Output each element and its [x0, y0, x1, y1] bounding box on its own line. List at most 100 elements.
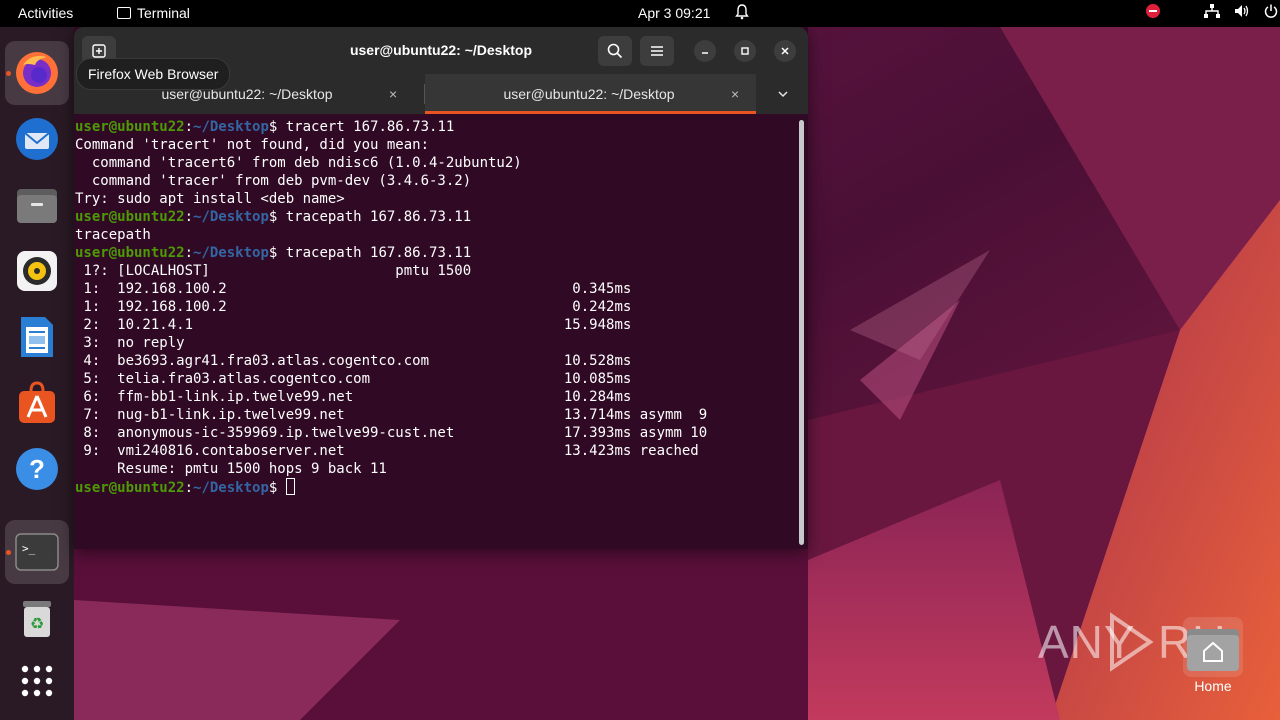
system-tray[interactable] — [1146, 4, 1278, 18]
terminal-line: 1: 192.168.100.2 0.345ms — [75, 280, 707, 298]
trash-icon: ♻ — [23, 601, 51, 637]
do-not-disturb-icon — [1146, 4, 1160, 18]
terminal-line: 1: 192.168.100.2 0.242ms — [75, 298, 707, 316]
terminal-line: user@ubuntu22:~/Desktop$ — [75, 478, 707, 496]
firefox-icon — [16, 52, 58, 94]
network-icon — [1204, 4, 1220, 18]
activities-button[interactable]: Activities — [18, 5, 73, 21]
output-text: 8: anonymous-ic-359969.ip.twelve99-cust.… — [75, 425, 708, 441]
prompt-path: ~/Desktop — [193, 245, 269, 261]
prompt-colon: : — [184, 209, 194, 225]
output-text: 6: ffm-bb1-link.ip.twelve99.net 10.284ms — [75, 389, 632, 405]
terminal-line: 6: ffm-bb1-link.ip.twelve99.net 10.284ms — [75, 388, 707, 406]
prompt-colon: : — [184, 480, 194, 496]
search-button[interactable] — [598, 36, 632, 66]
terminal-line: Resume: pmtu 1500 hops 9 back 11 — [75, 460, 707, 478]
maximize-button[interactable] — [734, 40, 756, 62]
app-menu-label: Terminal — [137, 5, 190, 21]
output-text: 1?: [LOCALHOST] pmtu 1500 — [75, 263, 472, 279]
command-text: tracepath 167.86.73.11 — [285, 209, 472, 225]
prompt-path: ~/Desktop — [193, 209, 269, 225]
terminal-icon — [117, 7, 131, 19]
output-text: tracepath — [75, 227, 151, 243]
terminal-line: 2: 10.21.4.1 15.948ms — [75, 316, 707, 334]
app-menu[interactable]: Terminal — [117, 5, 190, 21]
minimize-button[interactable] — [694, 40, 716, 62]
close-button[interactable] — [774, 40, 796, 62]
prompt-user: user@ubuntu22 — [75, 209, 185, 225]
power-icon — [1264, 4, 1278, 18]
terminal-window[interactable]: user@ubuntu22: ~/Desktop user@ubuntu22: … — [74, 27, 808, 549]
output-text: Command 'tracert' not found, did you mea… — [75, 137, 430, 153]
writer-icon — [21, 317, 53, 357]
svg-text:>_: >_ — [22, 542, 36, 555]
output-text: Resume: pmtu 1500 hops 9 back 11 — [75, 461, 387, 477]
prompt-symbol: $ — [268, 245, 286, 261]
prompt-path: ~/Desktop — [193, 480, 269, 496]
search-icon — [607, 43, 623, 59]
terminal-icon: >_ — [15, 533, 59, 571]
dock-app-center[interactable] — [5, 371, 69, 435]
hamburger-icon — [651, 46, 663, 56]
terminal-line: command 'tracer' from deb pvm-dev (3.4.6… — [75, 172, 707, 190]
thunderbird-icon — [16, 118, 58, 160]
prompt-path: ~/Desktop — [193, 119, 269, 135]
terminal-line: user@ubuntu22:~/Desktop$ tracepath 167.8… — [75, 244, 707, 262]
dock-show-apps[interactable] — [5, 649, 69, 713]
tab-list-button[interactable] — [777, 87, 789, 103]
prompt-symbol: $ — [268, 119, 286, 135]
dock-thunderbird[interactable] — [5, 107, 69, 171]
tab-close-icon[interactable]: × — [731, 74, 739, 114]
dock-firefox[interactable] — [5, 41, 69, 105]
terminal-line: Try: sudo apt install <deb name> — [75, 190, 707, 208]
tab-close-icon[interactable]: × — [389, 74, 397, 114]
dock-trash[interactable]: ♻ — [5, 587, 69, 651]
bell-icon[interactable] — [735, 4, 749, 23]
top-bar: Activities Terminal Apr 3 09:21 — [0, 0, 1280, 27]
output-text: 3: no reply — [75, 335, 185, 351]
terminal-line: user@ubuntu22:~/Desktop$ tracert 167.86.… — [75, 118, 707, 136]
terminal-lines: user@ubuntu22:~/Desktop$ tracert 167.86.… — [75, 118, 707, 496]
terminal-line: 5: telia.fra03.atlas.cogentco.com 10.085… — [75, 370, 707, 388]
home-folder-icon[interactable] — [1183, 617, 1243, 677]
text-cursor — [285, 478, 295, 495]
prompt-symbol: $ — [268, 480, 286, 496]
command-text: tracert 167.86.73.11 — [285, 119, 455, 135]
output-text: 1: 192.168.100.2 0.345ms — [75, 281, 632, 297]
tab-2[interactable]: user@ubuntu22: ~/Desktop × — [425, 74, 756, 114]
terminal-line: Command 'tracert' not found, did you mea… — [75, 136, 707, 154]
terminal-line: 7: nug-b1-link.ip.twelve99.net 13.714ms … — [75, 406, 707, 424]
dock-rhythmbox[interactable] — [5, 239, 69, 303]
output-text: command 'tracert6' from deb ndisc6 (1.0.… — [75, 155, 522, 171]
dock-files[interactable] — [5, 173, 69, 237]
home-label: Home — [1194, 678, 1232, 694]
prompt-user: user@ubuntu22 — [75, 480, 185, 496]
terminal-line: tracepath — [75, 226, 707, 244]
prompt-symbol: $ — [268, 209, 286, 225]
command-text: tracepath 167.86.73.11 — [285, 245, 472, 261]
terminal-line: 8: anonymous-ic-359969.ip.twelve99-cust.… — [75, 424, 707, 442]
files-icon — [17, 189, 57, 223]
dock-help[interactable]: ? — [5, 437, 69, 501]
prompt-user: user@ubuntu22 — [75, 245, 185, 261]
scrollbar[interactable] — [799, 120, 804, 545]
output-text: 5: telia.fra03.atlas.cogentco.com 10.085… — [75, 371, 632, 387]
tab-label: user@ubuntu22: ~/Desktop — [503, 86, 675, 102]
output-text: Try: sudo apt install <deb name> — [75, 191, 345, 207]
dock-libreoffice-writer[interactable] — [5, 305, 69, 369]
home-icon — [1187, 629, 1239, 671]
menu-button[interactable] — [640, 36, 674, 66]
terminal-output[interactable]: user@ubuntu22:~/Desktop$ tracert 167.86.… — [74, 114, 796, 549]
svg-text:♻: ♻ — [30, 614, 44, 633]
clock[interactable]: Apr 3 09:21 — [638, 5, 710, 21]
output-text: command 'tracer' from deb pvm-dev (3.4.6… — [75, 173, 472, 189]
output-text: 1: 192.168.100.2 0.242ms — [75, 299, 632, 315]
terminal-line: 9: vmi240816.contaboserver.net 13.423ms … — [75, 442, 707, 460]
maximize-icon — [741, 47, 749, 55]
dock-tooltip: Firefox Web Browser — [76, 58, 231, 90]
dock-terminal[interactable]: >_ — [5, 520, 69, 584]
rhythmbox-icon — [17, 251, 57, 291]
terminal-line: user@ubuntu22:~/Desktop$ tracepath 167.8… — [75, 208, 707, 226]
output-text: 4: be3693.agr41.fra03.atlas.cogentco.com… — [75, 353, 632, 369]
help-icon: ? — [16, 448, 58, 490]
